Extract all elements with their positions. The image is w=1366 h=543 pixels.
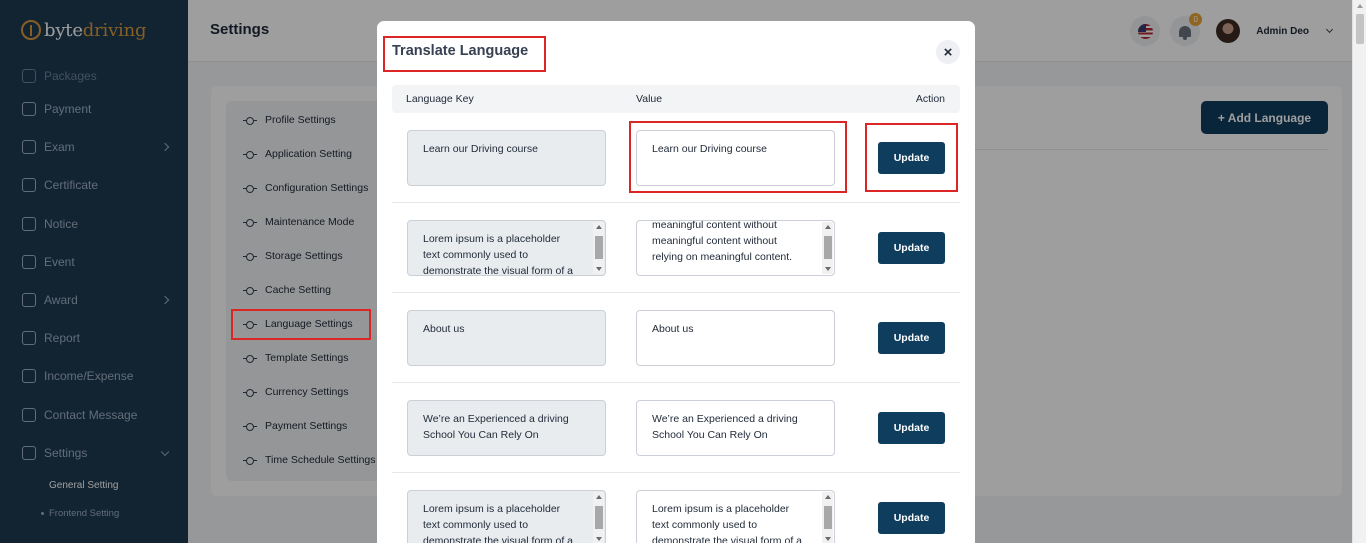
- highlight-value-field: [629, 121, 847, 193]
- update-button[interactable]: Update: [878, 502, 945, 534]
- update-button[interactable]: Update: [878, 232, 945, 264]
- language-key-field: Lorem ipsum is a placeholder text common…: [407, 490, 606, 543]
- column-header-value: Value: [636, 93, 663, 105]
- language-key-field: Learn our Driving course: [407, 130, 606, 186]
- close-icon: ×: [943, 43, 953, 61]
- scrollbar-thumb[interactable]: [1356, 14, 1364, 44]
- column-header-key: Language Key: [406, 93, 474, 105]
- scroll-up-arrow-icon[interactable]: [1357, 4, 1363, 8]
- textarea-scrollbar[interactable]: [822, 222, 833, 274]
- language-key-field: Lorem ipsum is a placeholder text common…: [407, 220, 606, 276]
- update-button[interactable]: Update: [878, 412, 945, 444]
- translation-value-input[interactable]: We’re an Experienced a driving School Yo…: [636, 400, 835, 456]
- textarea-scrollbar[interactable]: [593, 492, 604, 543]
- table-row: We’re an Experienced a driving School Yo…: [392, 383, 960, 473]
- translation-value-input[interactable]: Lorem ipsum is a placeholder text common…: [636, 490, 835, 543]
- textarea-scrollbar[interactable]: [593, 222, 604, 274]
- language-key-field: We’re an Experienced a driving School Yo…: [407, 400, 606, 456]
- table-row: About us About us Update: [392, 293, 960, 383]
- translation-value-input[interactable]: meaningful content without meaningful co…: [636, 220, 835, 276]
- table-row: Lorem ipsum is a placeholder text common…: [392, 473, 960, 543]
- table-header: Language Key Value Action: [392, 85, 960, 113]
- highlight-update-button: [865, 123, 958, 192]
- highlight-modal-title: [383, 36, 546, 72]
- table-row: Lorem ipsum is a placeholder text common…: [392, 203, 960, 293]
- language-key-field: About us: [407, 310, 606, 366]
- textarea-scrollbar[interactable]: [822, 492, 833, 543]
- close-button[interactable]: ×: [936, 40, 960, 64]
- column-header-action: Action: [915, 93, 945, 105]
- update-button[interactable]: Update: [878, 322, 945, 354]
- translate-language-modal: Translate Language × Language Key Value …: [377, 21, 975, 543]
- page-scrollbar[interactable]: [1352, 0, 1366, 543]
- highlight-language-settings: [231, 309, 371, 340]
- translation-value-input[interactable]: About us: [636, 310, 835, 366]
